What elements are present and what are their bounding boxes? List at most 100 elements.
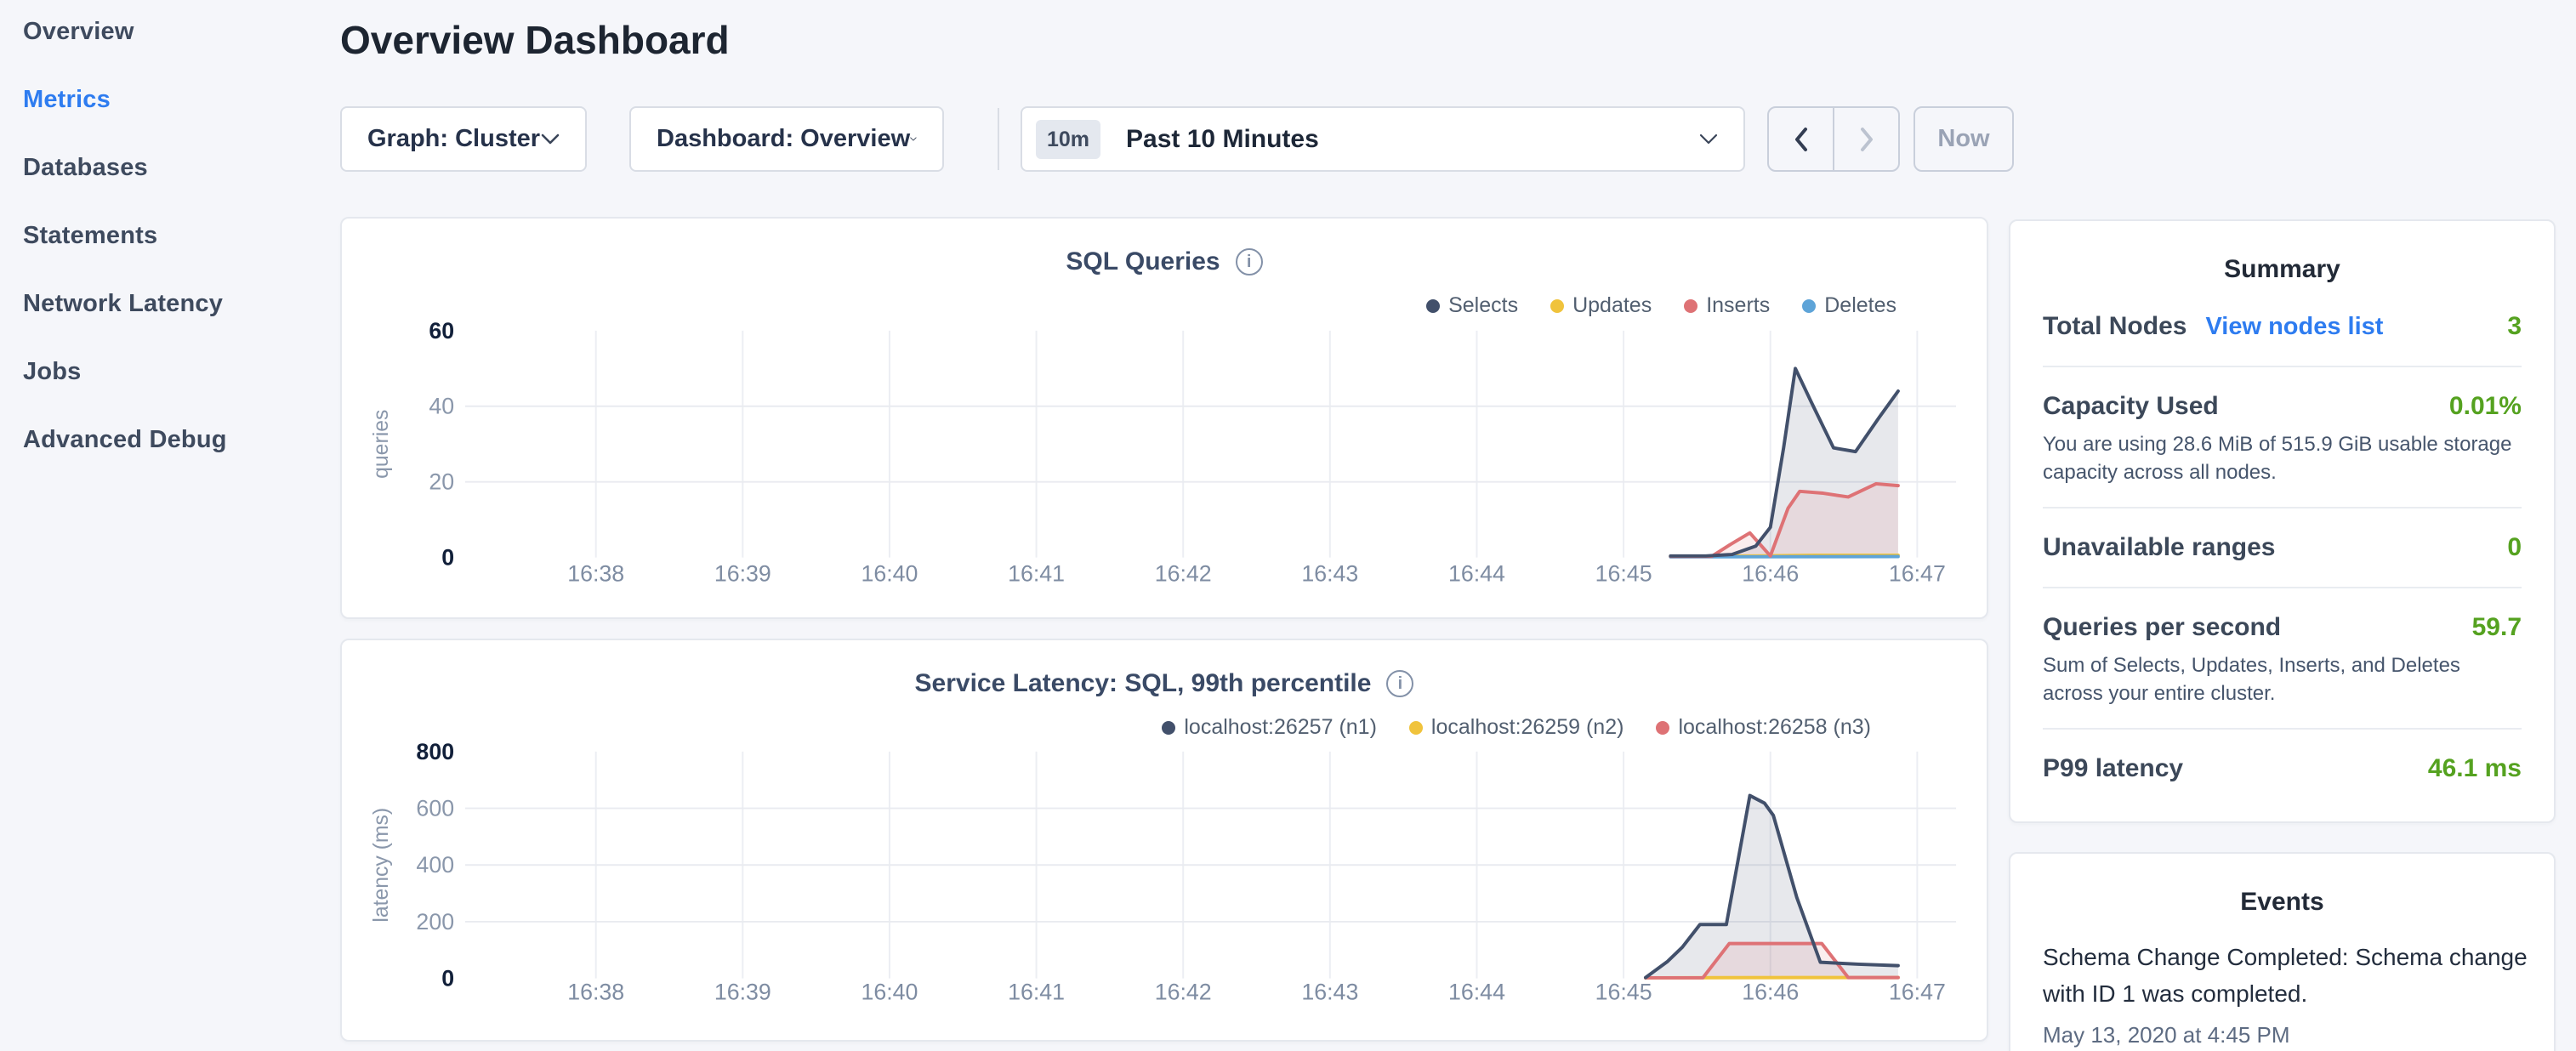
summary-label: P99 latency <box>2043 754 2183 783</box>
legend-item-updates[interactable]: Updates <box>1550 293 1652 318</box>
time-step-control <box>1767 106 1900 172</box>
summary-label: Unavailable ranges <box>2043 533 2275 562</box>
legend-dot <box>1409 721 1423 735</box>
chevron-down-icon <box>541 134 560 145</box>
summary-description: Sum of Selects, Updates, Inserts, and De… <box>2043 651 2522 707</box>
summary-title: Summary <box>2043 252 2522 287</box>
summary-label: Queries per second <box>2043 613 2281 642</box>
sql-queries-plot[interactable]: 0 20 40 60 queries 16:38 16:39 16:40 16:41 16:42 1… <box>342 219 1987 617</box>
sidebar-item-jobs[interactable]: Jobs <box>23 355 82 389</box>
svg-text:16:46: 16:46 <box>1742 560 1799 586</box>
summary-label: Total Nodes <box>2043 312 2186 341</box>
next-time-button[interactable] <box>1834 108 1898 170</box>
info-icon[interactable]: i <box>1386 670 1413 697</box>
db-console-app: Overview Metrics Databases Statements Networ… <box>0 0 2576 1051</box>
svg-text:16:41: 16:41 <box>1008 560 1065 586</box>
svg-text:16:40: 16:40 <box>861 560 918 586</box>
legend-item-localhost-26258-n3[interactable]: localhost:26258 (n3) <box>1656 715 1871 740</box>
svg-text:400: 400 <box>416 852 454 878</box>
svg-text:16:38: 16:38 <box>567 560 624 586</box>
summary-row-p99-latency: P99 latency 46.1 ms <box>2043 750 2522 787</box>
legend-item-deletes[interactable]: Deletes <box>1802 293 1896 318</box>
svg-text:16:38: 16:38 <box>567 979 624 1004</box>
svg-text:16:39: 16:39 <box>714 979 771 1004</box>
sidebar-item-advanced-debug[interactable]: Advanced Debug <box>23 423 227 457</box>
legend-item-inserts[interactable]: Inserts <box>1684 293 1770 318</box>
graph-scope-dropdown[interactable]: Graph: Cluster <box>340 106 587 172</box>
sidebar-item-metrics[interactable]: Metrics <box>23 82 111 116</box>
view-nodes-list-link[interactable]: View nodes list <box>2205 313 2383 341</box>
time-range-dropdown[interactable]: 10m Past 10 Minutes <box>1021 106 1745 172</box>
page-title: Overview Dashboard <box>340 17 730 63</box>
svg-text:16:40: 16:40 <box>861 979 918 1004</box>
legend-item-localhost-26259-n2[interactable]: localhost:26259 (n2) <box>1409 715 1624 740</box>
svg-text:16:42: 16:42 <box>1155 560 1212 586</box>
svg-text:16:39: 16:39 <box>714 560 771 586</box>
legend-dot <box>1656 721 1669 735</box>
summary-description: You are using 28.6 MiB of 515.9 GiB usab… <box>2043 430 2522 486</box>
controls-divider <box>998 108 999 170</box>
event-list: Schema Change Completed: Schema change w… <box>2043 939 2522 1048</box>
events-title: Events <box>2043 884 2522 920</box>
svg-text:16:44: 16:44 <box>1448 979 1505 1004</box>
legend-label: Selects <box>1448 293 1518 318</box>
chevron-left-icon <box>1791 126 1811 153</box>
summary-value: 46.1 ms <box>2428 754 2522 783</box>
svg-text:16:46: 16:46 <box>1742 979 1799 1004</box>
summary-row-queries-per-second: Queries per second 59.7 <box>2043 609 2522 646</box>
svg-text:16:47: 16:47 <box>1889 979 1946 1004</box>
legend-item-selects[interactable]: Selects <box>1426 293 1518 318</box>
summary-value: 0 <box>2507 533 2522 562</box>
sidebar-item-statements[interactable]: Statements <box>23 219 157 253</box>
legend-label: localhost:26259 (n2) <box>1431 715 1624 740</box>
summary-divider <box>2043 728 2522 730</box>
legend-label: localhost:26258 (n3) <box>1678 715 1871 740</box>
time-range-badge: 10m <box>1036 120 1100 159</box>
time-range-label: Past 10 Minutes <box>1126 125 1699 154</box>
legend-label: Deletes <box>1824 293 1896 318</box>
svg-text:600: 600 <box>416 795 454 821</box>
svg-text:16:45: 16:45 <box>1595 560 1652 586</box>
dashboard-dropdown[interactable]: Dashboard: Overview <box>629 106 944 172</box>
legend-label: localhost:26257 (n1) <box>1184 715 1377 740</box>
svg-text:40: 40 <box>429 394 454 419</box>
graph-scope-dropdown-label: Graph: Cluster <box>367 125 540 153</box>
sidebar-item-overview[interactable]: Overview <box>23 14 134 48</box>
svg-text:0: 0 <box>441 545 454 571</box>
service-latency-sql-99th-percentile-plot[interactable]: 0200400600800latency (ms)16:3816:3916:40… <box>342 640 1987 1040</box>
sql-queries-chart-card: SQL Queries i Selects Updates Inserts Delet… <box>340 217 1988 619</box>
event-message: Schema Change Completed: Schema change w… <box>2043 939 2536 1012</box>
summary-panel: Summary Total NodesView nodes list3Capac… <box>2009 219 2556 823</box>
legend-dot <box>1162 721 1175 735</box>
chart-title-row: SQL Queries i <box>342 247 1987 276</box>
chart-title: SQL Queries <box>1066 247 1220 276</box>
event-timestamp: May 13, 2020 at 4:45 PM <box>2043 1022 2522 1048</box>
svg-text:16:43: 16:43 <box>1301 560 1358 586</box>
svg-text:16:45: 16:45 <box>1595 979 1652 1004</box>
svg-text:0: 0 <box>441 966 454 991</box>
svg-text:16:44: 16:44 <box>1448 560 1505 586</box>
svg-text:16:42: 16:42 <box>1155 979 1212 1004</box>
summary-rows: Total NodesView nodes list3Capacity Used… <box>2043 308 2522 787</box>
sidebar-item-databases[interactable]: Databases <box>23 151 148 185</box>
svg-text:queries: queries <box>370 410 393 479</box>
chart-title: Service Latency: SQL, 99th percentile <box>915 669 1372 698</box>
summary-row-unavailable-ranges: Unavailable ranges 0 <box>2043 529 2522 566</box>
svg-text:latency (ms): latency (ms) <box>370 808 393 923</box>
svg-text:16:43: 16:43 <box>1301 979 1358 1004</box>
svg-text:200: 200 <box>416 909 454 935</box>
summary-label: Capacity Used <box>2043 392 2219 421</box>
now-button[interactable]: Now <box>1914 106 2014 172</box>
sidebar-item-network-latency[interactable]: Network Latency <box>23 287 223 321</box>
summary-value: 59.7 <box>2472 613 2522 642</box>
summary-divider <box>2043 366 2522 367</box>
prev-time-button[interactable] <box>1769 108 1834 170</box>
legend-item-localhost-26257-n1[interactable]: localhost:26257 (n1) <box>1162 715 1377 740</box>
chevron-right-icon <box>1857 126 1877 153</box>
chart-legend: localhost:26257 (n1) localhost:26259 (n2)… <box>1162 715 1871 740</box>
info-icon[interactable]: i <box>1236 248 1263 276</box>
svg-text:20: 20 <box>429 469 454 495</box>
summary-divider <box>2043 507 2522 508</box>
dashboard-dropdown-label: Dashboard: Overview <box>657 125 910 153</box>
svg-text:60: 60 <box>429 318 454 344</box>
